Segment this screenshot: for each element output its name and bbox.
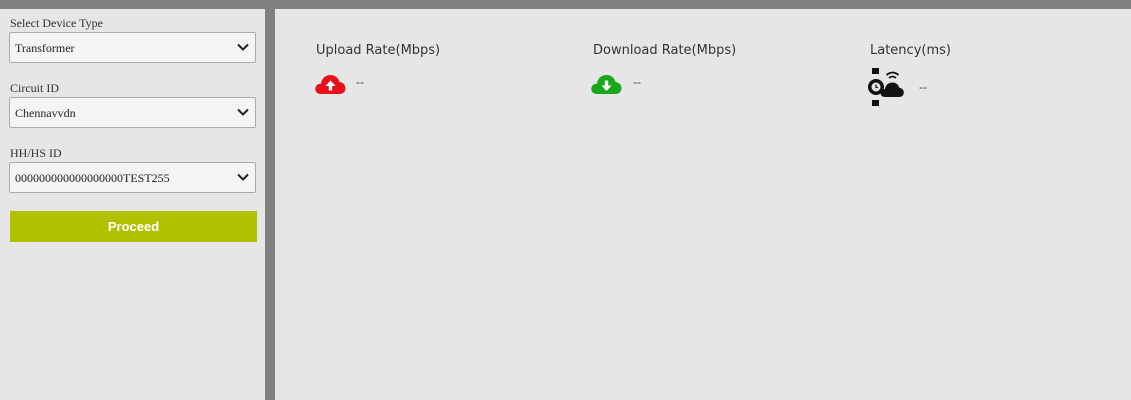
chevron-down-icon: [237, 108, 249, 116]
latency-label: Latency(ms): [870, 43, 951, 58]
download-rate-label: Download Rate(Mbps): [593, 43, 737, 58]
device-type-select[interactable]: Transformer: [9, 32, 256, 63]
upload-rate-value: --: [356, 75, 364, 89]
device-type-label: Select Device Type: [10, 16, 103, 30]
watch-cloud-icon: [868, 68, 904, 106]
device-type-value: Transformer: [15, 41, 75, 55]
metrics-panel: Upload Rate(Mbps) -- Download Rate(Mbps)…: [275, 9, 1131, 400]
panel-divider[interactable]: [265, 9, 275, 400]
download-rate-value: --: [633, 75, 641, 89]
hh-hs-id-label: HH/HS ID: [10, 146, 62, 160]
proceed-button[interactable]: Proceed: [10, 211, 257, 242]
circuit-id-label: Circuit ID: [10, 81, 59, 95]
circuit-id-select[interactable]: Chennavvdn: [9, 97, 256, 128]
circuit-id-value: Chennavvdn: [15, 106, 76, 120]
device-selection-panel: Select Device Type Transformer Circuit I…: [0, 9, 265, 400]
cloud-upload-icon: [315, 75, 346, 94]
hh-hs-id-value: 000000000000000000TEST255: [15, 171, 170, 185]
chevron-down-icon: [237, 173, 249, 181]
cloud-download-icon: [591, 75, 622, 94]
chevron-down-icon: [237, 43, 249, 51]
hh-hs-id-select[interactable]: 000000000000000000TEST255: [9, 162, 256, 193]
upload-rate-label: Upload Rate(Mbps): [316, 43, 441, 58]
latency-value: --: [919, 80, 927, 94]
